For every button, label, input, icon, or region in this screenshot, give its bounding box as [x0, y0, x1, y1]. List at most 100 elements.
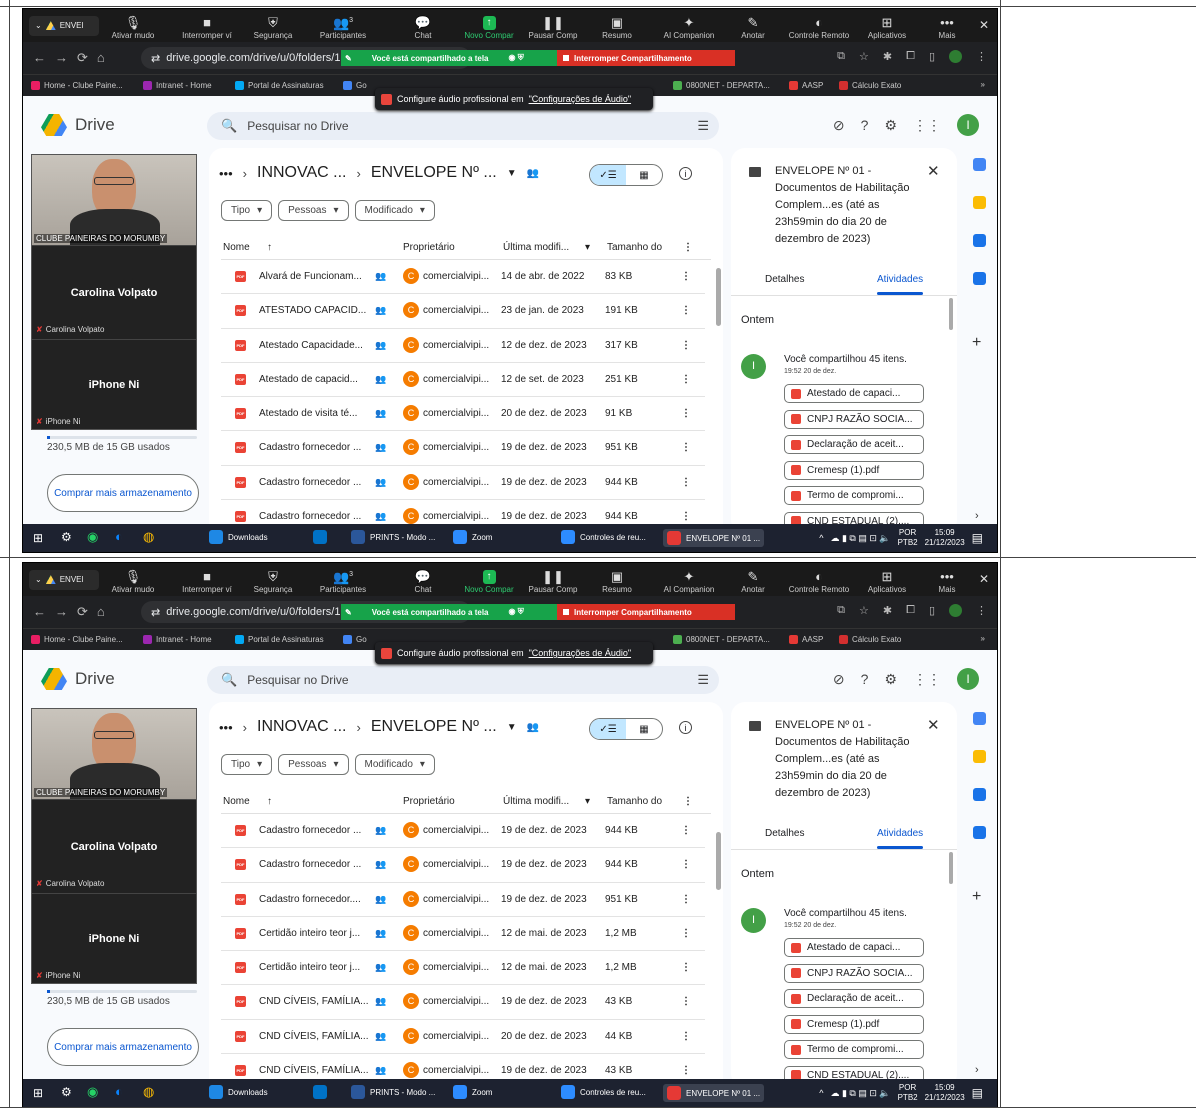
avatar[interactable]: I [957, 668, 979, 690]
chrome-icon[interactable]: ◍ [143, 529, 154, 545]
row-more-icon[interactable]: ⋮ [681, 962, 691, 973]
notifications-icon[interactable]: ▤ [972, 1086, 983, 1100]
zoom-window-tab[interactable]: ⌄ ENVEl [29, 15, 99, 36]
search-input[interactable]: 🔍 Pesquisar no Drive ☰ [207, 666, 719, 694]
language-indicator[interactable]: POR PTB2 [898, 1083, 918, 1103]
zoom-btn-9[interactable]: ✎ Anotar [721, 563, 785, 596]
row-more-icon[interactable]: ⋮ [681, 442, 691, 453]
row-more-icon[interactable]: ⋮ [681, 477, 691, 488]
filter-chip-0[interactable]: Tipo ▾ [221, 200, 273, 221]
side-app-icon-0[interactable] [973, 712, 986, 725]
col-owner[interactable]: Proprietário [403, 796, 455, 807]
windows-start-icon[interactable]: ⊞ [33, 531, 43, 545]
row-more-icon[interactable]: ⋮ [681, 408, 691, 419]
gear-icon[interactable]: ⚙ [884, 117, 897, 134]
zoom-btn-7[interactable]: ▣ Resumo [585, 9, 649, 42]
nav-buttons[interactable]: ←→⟳⌂ [33, 50, 114, 66]
table-row[interactable]: PDF Alvará de Funcionam... 👥 C comercial… [221, 260, 705, 295]
zoom-btn-12[interactable]: ••• Mais [915, 563, 979, 596]
close-icon[interactable]: ✕ [927, 162, 940, 180]
zoom-btn-6[interactable]: ❚❚ Pausar Comp [521, 9, 585, 42]
table-row[interactable]: PDF Cadastro fornecedor ... 👥 C comercia… [221, 814, 705, 849]
zoom-btn-3[interactable]: 👥3 Participantes [311, 563, 375, 596]
bookmark-3[interactable]: Go [343, 81, 367, 90]
breadcrumb-folder-1[interactable]: INNOVAC ... [257, 718, 347, 736]
tab-details[interactable]: Detalhes [765, 274, 804, 285]
edge-icon[interactable]: ◐ [115, 529, 123, 544]
view-toggle[interactable]: ✓☰ ▦ [589, 164, 663, 186]
filter-options-icon[interactable]: ☰ [697, 672, 709, 688]
taskbar-item-1[interactable] [313, 530, 332, 544]
windows-start-icon[interactable]: ⊞ [33, 1086, 43, 1100]
close-icon[interactable]: ✕ [979, 572, 989, 586]
view-toggle[interactable]: ✓☰ ▦ [589, 718, 663, 740]
activity-file-chip[interactable]: Termo de compromi... [784, 1040, 924, 1059]
activity-file-chip[interactable]: CNPJ RAZÃO SOCIA... [784, 963, 924, 983]
taskbar-item-0[interactable]: Downloads [209, 1085, 268, 1099]
menu-icon[interactable]: ⋮ [976, 50, 987, 63]
zoom-btn-11[interactable]: ⊞ Aplicativos [855, 9, 919, 42]
col-owner[interactable]: Proprietário [403, 242, 455, 253]
drive-logo[interactable]: Drive [41, 668, 115, 690]
zoom-btn-7[interactable]: ▣ Resumo [585, 563, 649, 596]
breadcrumb-folder-2[interactable]: ENVELOPE Nº ... [371, 718, 497, 736]
edge-icon[interactable]: ◐ [115, 1084, 123, 1099]
puzzle-icon[interactable]: ⧠ [906, 604, 915, 617]
col-modified[interactable]: Última modifi... [503, 796, 569, 807]
filter-chip-1[interactable]: Pessoas ▾ [278, 200, 349, 221]
offline-icon[interactable]: ⊘ [833, 117, 845, 134]
activity-file-chip[interactable]: Cremesp (1).pdf [784, 460, 924, 480]
table-row[interactable]: PDF CND CÍVEIS, FAMÍLIA... 👥 C comercial… [221, 1020, 705, 1055]
add-icon[interactable]: + [972, 888, 981, 906]
stop-sharing-button[interactable]: Interromper Compartilhamento [557, 604, 735, 620]
bookmarks-more[interactable]: » [981, 634, 985, 643]
cast-icon[interactable]: ⧉ [837, 604, 845, 617]
table-row[interactable]: PDF Cadastro fornecedor ... 👥 C comercia… [221, 848, 705, 883]
table-row[interactable]: PDF Certidão inteiro teor j... 👥 C comer… [221, 917, 705, 952]
caret-down-icon[interactable]: ▼ [507, 722, 517, 733]
sort-down-icon[interactable]: ▾ [585, 242, 590, 253]
zoom-btn-4[interactable]: 💬 Chat [391, 563, 455, 596]
scrollbar[interactable] [949, 298, 953, 330]
bookmark-5[interactable]: AASP [789, 81, 823, 90]
col-name[interactable]: Nome [223, 796, 250, 807]
apps-grid-icon[interactable]: ⋮⋮ [913, 117, 941, 134]
zoom-btn-2[interactable]: ⛨ Segurança [241, 563, 305, 596]
activity-file-chip[interactable]: Atestado de capaci... [784, 938, 924, 957]
grid-view-icon[interactable]: ▦ [626, 719, 662, 739]
grid-view-icon[interactable]: ▦ [626, 165, 662, 185]
table-row[interactable]: PDF Cadastro fornecedor.... 👥 C comercia… [221, 883, 705, 917]
row-more-icon[interactable]: ⋮ [681, 511, 691, 522]
columns-more-icon[interactable]: ⋮ [683, 796, 693, 807]
tab-details[interactable]: Detalhes [765, 828, 804, 839]
breadcrumb-folder-1[interactable]: INNOVAC ... [257, 164, 347, 182]
bookmark-2[interactable]: Portal de Assinaturas [235, 635, 324, 644]
table-row[interactable]: PDF Atestado de capacid... 👥 C comercial… [221, 363, 705, 398]
activity-file-chip[interactable]: Atestado de capaci... [784, 384, 924, 403]
taskbar-item-5[interactable]: ENVELOPE Nº 01 ... [663, 1084, 765, 1102]
zoom-btn-5[interactable]: ↑ Novo Compar [457, 563, 521, 596]
side-app-icon-2[interactable] [973, 788, 986, 801]
activity-file-chip[interactable]: Declaração de aceit... [784, 989, 924, 1008]
tooltip-link[interactable]: "Configurações de Áudio" [529, 648, 631, 658]
buy-storage-button[interactable]: Comprar mais armazenamento [47, 474, 199, 512]
row-more-icon[interactable]: ⋮ [681, 305, 691, 316]
chrome-icon[interactable]: ◍ [143, 1084, 154, 1100]
zoom-btn-10[interactable]: ◐ Controle Remoto [787, 9, 851, 42]
sort-up-icon[interactable]: ↑ [267, 242, 272, 253]
tray-chevron-icon[interactable]: ^ [819, 533, 823, 543]
table-row[interactable]: PDF Cadastro fornecedor ... 👥 C comercia… [221, 431, 705, 466]
zoom-btn-2[interactable]: ⛨ Segurança [241, 9, 305, 42]
zoom-btn-10[interactable]: ◐ Controle Remoto [787, 563, 851, 596]
menu-icon[interactable]: ⋮ [976, 604, 987, 617]
star-icon[interactable]: ☆ [859, 604, 869, 617]
row-more-icon[interactable]: ⋮ [681, 1031, 691, 1042]
add-icon[interactable]: + [972, 334, 981, 352]
clock[interactable]: 15:09 21/12/2023 [925, 528, 965, 548]
zoom-btn-8[interactable]: ✦ AI Companion [657, 9, 721, 42]
taskbar-item-1[interactable] [313, 1085, 332, 1099]
tooltip-link[interactable]: "Configurações de Áudio" [529, 94, 631, 104]
star-icon[interactable]: ☆ [859, 50, 869, 63]
drive-logo[interactable]: Drive [41, 114, 115, 136]
zoom-btn-1[interactable]: ■ Interromper ví [175, 563, 239, 596]
